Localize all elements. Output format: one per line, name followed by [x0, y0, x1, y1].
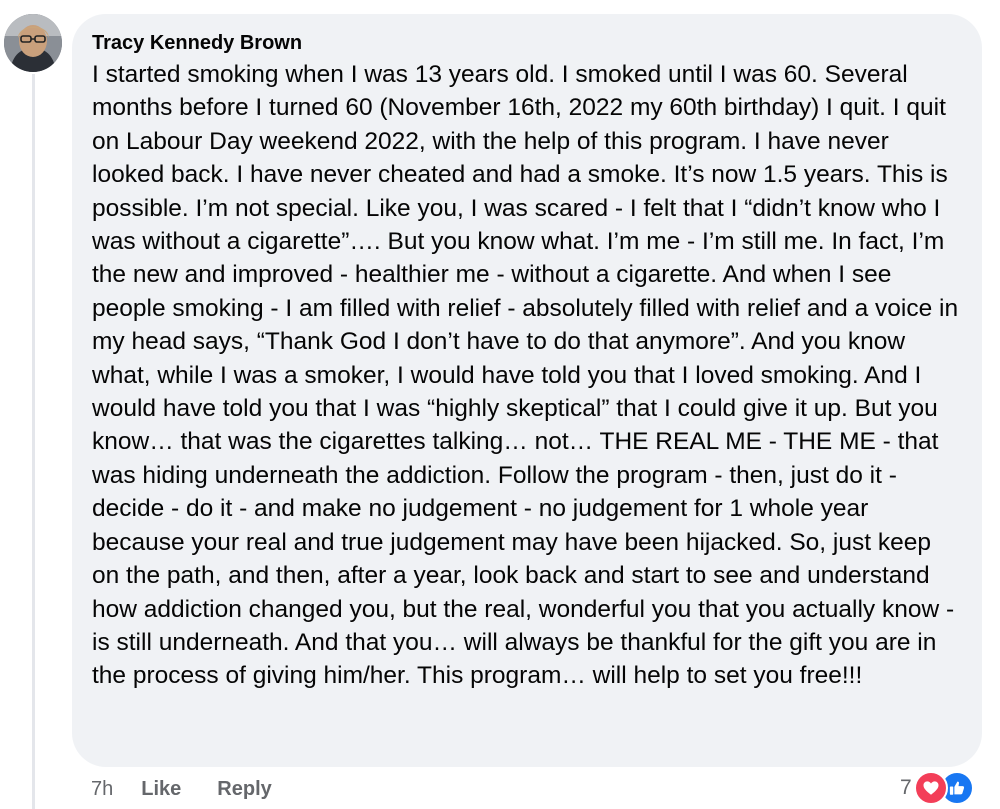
reactions-summary[interactable]: 7	[900, 770, 974, 806]
comment-actions: 7h Like Reply	[91, 772, 308, 806]
like-button[interactable]: Like	[141, 778, 181, 801]
love-icon	[913, 771, 948, 805]
avatar[interactable]	[4, 14, 62, 72]
comment-text: I started smoking when I was 13 years ol…	[92, 61, 959, 690]
thread-line	[32, 74, 35, 809]
comment-author[interactable]: Tracy Kennedy Brown	[92, 30, 302, 56]
avatar-photo-icon	[4, 14, 62, 72]
reaction-count: 7	[900, 776, 912, 799]
comment-timestamp[interactable]: 7h	[91, 778, 113, 801]
reply-button[interactable]: Reply	[217, 778, 271, 801]
comment-bubble: Tracy Kennedy Brown I started smoking wh…	[72, 14, 982, 767]
